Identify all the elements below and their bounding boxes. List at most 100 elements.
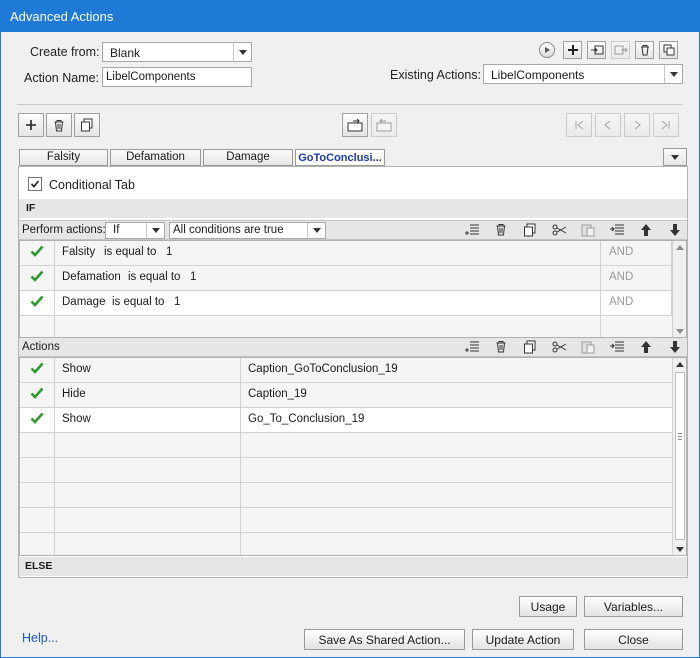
action-type[interactable]: Show	[55, 408, 241, 432]
action-type[interactable]: Hide	[55, 383, 241, 407]
table-row[interactable]: Show Caption_GoToConclusion_19	[20, 358, 672, 383]
tab-gotoconclusion[interactable]: GoToConclusi...	[295, 149, 385, 166]
table-row[interactable]: Show Go_To_Conclusion_19	[20, 408, 672, 433]
conditions-scrollbar[interactable]	[672, 241, 686, 337]
conditions-select[interactable]: All conditions are true	[169, 222, 326, 239]
first-icon[interactable]	[566, 113, 592, 137]
last-icon[interactable]	[653, 113, 679, 137]
chevron-down-icon	[146, 223, 164, 238]
condition-operator: is equal to	[128, 271, 181, 283]
arrow-up-icon[interactable]	[640, 340, 652, 357]
prev-icon[interactable]	[595, 113, 621, 137]
table-row[interactable]: Falsity is equal to 1 AND	[20, 241, 672, 266]
action-target[interactable]: Go_To_Conclusion_19	[241, 408, 672, 432]
insert-row-icon[interactable]	[464, 223, 480, 240]
update-action-button[interactable]: Update Action	[472, 629, 574, 650]
add-icon[interactable]	[563, 41, 582, 59]
arrow-down-icon[interactable]	[669, 223, 681, 240]
cut-icon[interactable]	[552, 223, 568, 240]
tab-falsity[interactable]: Falsity	[19, 149, 108, 166]
actions-grid: Show Caption_GoToConclusion_19 Hide Capt…	[19, 357, 687, 556]
help-link[interactable]: Help...	[22, 631, 58, 645]
chevron-down-icon	[664, 65, 682, 83]
table-row[interactable]	[20, 508, 672, 533]
scroll-down-icon[interactable]	[676, 547, 684, 553]
actions-toolbar-icons	[464, 340, 684, 354]
create-from-select[interactable]: Blank	[102, 42, 252, 62]
insert-icon[interactable]	[609, 223, 625, 240]
add-tab-icon[interactable]	[18, 113, 44, 137]
play-icon[interactable]	[539, 42, 555, 58]
delete-icon[interactable]	[635, 41, 654, 59]
trash-icon[interactable]	[46, 113, 72, 137]
conditions-grid: Falsity is equal to 1 AND Defamation is …	[19, 240, 687, 338]
copy-icon[interactable]	[74, 113, 100, 137]
usage-button[interactable]: Usage	[519, 596, 577, 617]
insert-icon[interactable]	[609, 340, 625, 357]
paste-icon[interactable]	[581, 340, 595, 357]
actions-scrollbar[interactable]	[672, 358, 686, 555]
checkmark-icon	[30, 412, 44, 424]
tab-defamation[interactable]: Defamation	[110, 149, 201, 166]
table-row[interactable]: Hide Caption_19	[20, 383, 672, 408]
copy-icon[interactable]	[523, 340, 537, 357]
condition-logic[interactable]: AND	[601, 241, 672, 265]
action-type[interactable]: Show	[55, 358, 241, 382]
existing-actions-value: LibelComponents	[491, 68, 585, 82]
condition-operator: is equal to	[104, 246, 157, 258]
create-from-label: Create from:	[30, 45, 100, 59]
else-label: ELSE	[25, 560, 53, 572]
conditional-tab-checkbox[interactable]	[28, 177, 42, 191]
existing-actions-label: Existing Actions:	[390, 68, 482, 82]
action-target[interactable]: Caption_19	[241, 383, 672, 407]
title-bar: Advanced Actions	[0, 0, 700, 32]
chevron-down-icon	[307, 223, 325, 238]
window-title: Advanced Actions	[10, 9, 114, 24]
perform-type-value: If	[113, 224, 120, 236]
action-target[interactable]: Caption_GoToConclusion_19	[241, 358, 672, 382]
trash-icon[interactable]	[495, 223, 507, 239]
arrow-up-icon[interactable]	[640, 223, 652, 240]
export-icon[interactable]	[371, 113, 397, 137]
cut-icon[interactable]	[552, 340, 568, 357]
scroll-thumb[interactable]	[675, 372, 685, 540]
action-name-field[interactable]: LibelComponents	[102, 67, 252, 87]
condition-logic[interactable]: AND	[601, 266, 672, 290]
else-header: ELSE	[19, 557, 687, 576]
condition-value: 1	[174, 296, 181, 308]
scroll-down-icon[interactable]	[676, 329, 684, 335]
checkmark-icon	[30, 245, 44, 257]
copy-icon[interactable]	[523, 223, 537, 240]
import-icon[interactable]	[587, 41, 606, 59]
condition-logic[interactable]: AND	[601, 291, 672, 315]
export-icon[interactable]	[611, 41, 630, 59]
conditional-tab-label: Conditional Tab	[49, 178, 135, 192]
table-row[interactable]	[20, 483, 672, 508]
import-icon[interactable]	[342, 113, 368, 137]
trash-icon[interactable]	[495, 340, 507, 356]
insert-row-icon[interactable]	[464, 340, 480, 357]
arrow-down-icon[interactable]	[669, 340, 681, 357]
duplicate-icon[interactable]	[659, 41, 678, 59]
condition-variable: Falsity	[62, 246, 96, 258]
close-button[interactable]: Close	[584, 629, 683, 650]
tabs-overflow-button[interactable]	[663, 148, 687, 166]
save-shared-action-button[interactable]: Save As Shared Action...	[304, 629, 465, 650]
scroll-up-icon[interactable]	[676, 361, 684, 367]
table-row[interactable]	[20, 316, 672, 337]
tab-damage[interactable]: Damage	[203, 149, 293, 166]
next-icon[interactable]	[624, 113, 650, 137]
scroll-up-icon[interactable]	[676, 244, 684, 250]
table-row[interactable]	[20, 433, 672, 458]
table-row[interactable]: Defamation is equal to 1 AND	[20, 266, 672, 291]
table-row[interactable]	[20, 458, 672, 483]
variables-button[interactable]: Variables...	[584, 596, 683, 617]
table-row[interactable]	[20, 533, 672, 555]
perform-type-select[interactable]: If	[105, 222, 165, 239]
chevron-down-icon	[233, 43, 251, 61]
checkmark-icon	[30, 387, 44, 399]
paste-icon[interactable]	[581, 223, 595, 240]
table-row[interactable]: Damage is equal to 1 AND	[20, 291, 672, 316]
existing-actions-select[interactable]: LibelComponents	[483, 64, 683, 84]
if-toolbar-icons	[464, 223, 684, 237]
